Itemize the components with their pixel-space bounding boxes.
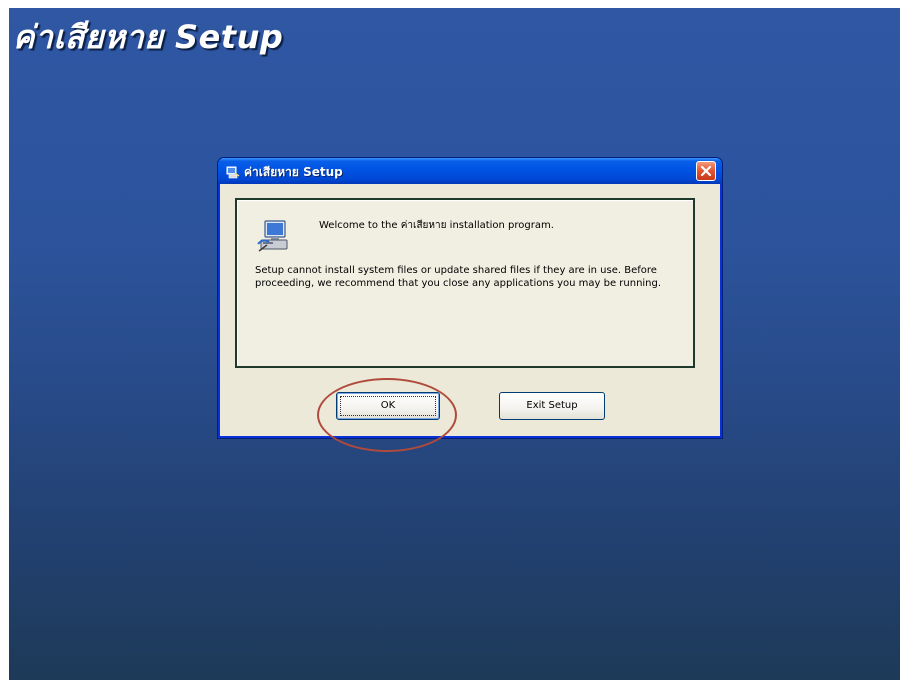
installer-background: ค่าเสียหาย Setup ค่าเสียหาย Setup Welcom… [9,8,900,680]
welcome-message: Welcome to the ค่าเสียหาย installation p… [319,220,554,231]
installer-title: ค่าเสียหาย Setup [13,18,284,56]
dialog-message-panel: Welcome to the ค่าเสียหาย installation p… [235,198,695,368]
dialog-titlebar[interactable]: ค่าเสียหาย Setup [218,158,722,184]
focus-rectangle [340,396,436,416]
close-button[interactable] [696,161,716,181]
warning-message: Setup cannot install system files or upd… [255,265,662,289]
setup-computer-icon [255,218,291,254]
exit-setup-button[interactable]: Exit Setup [499,392,605,420]
ok-button[interactable]: OK [336,392,440,420]
setup-computer-icon [226,164,240,179]
exit-setup-button-label: Exit Setup [526,400,578,411]
setup-dialog: ค่าเสียหาย Setup Welcome to the ค่าเสียห… [218,158,722,438]
dialog-title: ค่าเสียหาย Setup [244,165,343,179]
